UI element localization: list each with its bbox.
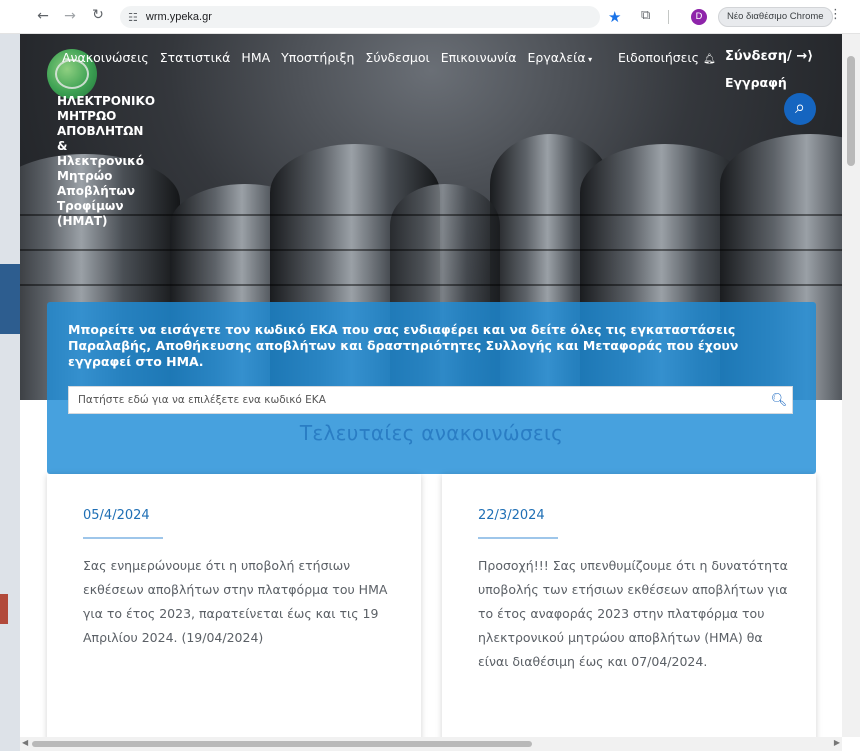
search-icon[interactable]: 🔍︎ (766, 393, 792, 408)
nav-item-support[interactable]: Υποστήριξη (281, 50, 354, 65)
url-text: wrm.ypeka.gr (145, 11, 212, 23)
date-underline (478, 537, 558, 539)
register-link[interactable]: Εγγραφή (725, 75, 787, 90)
browser-toolbar: ← → ↻ ☷ wrm.ypeka.gr ★ ⧉ D Νέο διαθέσιμο… (0, 0, 860, 34)
nav-item-contact[interactable]: Επικοινωνία (441, 50, 517, 65)
announcement-date: 05/4/2024 (83, 508, 150, 523)
extensions-icon[interactable]: ⧉ (641, 8, 650, 23)
site-search-button[interactable]: ⌕ (784, 93, 816, 125)
announcements-heading: Τελευταίες ανακοινώσεις (299, 421, 564, 445)
page-viewport: ΗΛΕΚΤΡΟΝΙΚΟ ΜΗΤΡΩΟ ΑΠΟΒΛΗΤΩΝ & Ηλεκτρονι… (20, 34, 842, 737)
login-arrow-icon: →⟩ (796, 49, 814, 64)
login-link[interactable]: Σύνδεση/ →⟩ (725, 49, 813, 64)
bell-icon: 🔔︎ (702, 54, 716, 65)
reload-icon[interactable]: ↻ (86, 7, 110, 23)
announcement-card[interactable]: 05/4/2024 Σας ενημερώνουμε ότι η υποβολή… (47, 474, 421, 737)
eka-search-box[interactable]: 🔍︎ (68, 386, 793, 414)
nav-item-tools[interactable]: Εργαλεία ▾ (528, 50, 593, 65)
nav-item-hma[interactable]: ΗΜΑ (241, 50, 270, 65)
site-brand-title: ΗΛΕΚΤΡΟΝΙΚΟ ΜΗΤΡΩΟ ΑΠΟΒΛΗΤΩΝ & Ηλεκτρονι… (57, 94, 156, 228)
toolbar-separator (668, 10, 669, 24)
bookmark-star-icon[interactable]: ★ (608, 8, 621, 26)
scrollbar-thumb[interactable] (32, 741, 532, 747)
eka-code-input[interactable] (69, 387, 766, 413)
back-icon[interactable]: ← (31, 8, 55, 24)
forward-icon[interactable]: → (58, 8, 82, 24)
nav-item-statistics[interactable]: Στατιστικά (160, 50, 231, 65)
scroll-left-icon[interactable]: ◀ (22, 738, 28, 747)
vertical-scrollbar[interactable] (842, 34, 860, 737)
more-menu-icon[interactable]: ⋮ (829, 7, 842, 22)
address-bar[interactable]: ☷ wrm.ypeka.gr (120, 6, 600, 28)
eka-description: Μπορείτε να εισάγετε τον κωδικό ΕΚΑ που … (68, 322, 739, 369)
date-underline (83, 537, 163, 539)
caret-down-icon: ▾ (585, 55, 593, 64)
new-chrome-available-button[interactable]: Νέο διαθέσιμο Chrome (718, 7, 833, 27)
nav-item-links[interactable]: Σύνδεσμοι (365, 50, 429, 65)
main-navigation: Ανακοινώσεις Στατιστικά ΗΜΑ Υποστήριξη Σ… (62, 50, 592, 65)
scroll-right-icon[interactable]: ▶ (834, 738, 840, 747)
profile-avatar[interactable]: D (691, 9, 707, 25)
notifications-link[interactable]: Ειδοποιήσεις 🔔︎ (618, 50, 716, 65)
site-info-icon[interactable]: ☷ (128, 11, 138, 24)
horizontal-scrollbar[interactable]: ◀ ▶ (20, 737, 842, 751)
announcement-card[interactable]: 22/3/2024 Προσοχή!!! Σας υπενθυμίζουμε ό… (442, 474, 816, 737)
announcement-text: Σας ενημερώνουμε ότι η υποβολή ετήσιων ε… (83, 558, 388, 645)
nav-item-announcements[interactable]: Ανακοινώσεις (62, 50, 149, 65)
announcement-text: Προσοχή!!! Σας υπενθυμίζουμε ότι η δυνατ… (478, 558, 788, 669)
eka-search-panel: Μπορείτε να εισάγετε τον κωδικό ΕΚΑ που … (47, 302, 816, 474)
background-window-strip (0, 34, 20, 751)
search-icon: ⌕ (794, 97, 806, 118)
announcement-date: 22/3/2024 (478, 508, 545, 523)
scrollbar-thumb[interactable] (847, 56, 855, 166)
